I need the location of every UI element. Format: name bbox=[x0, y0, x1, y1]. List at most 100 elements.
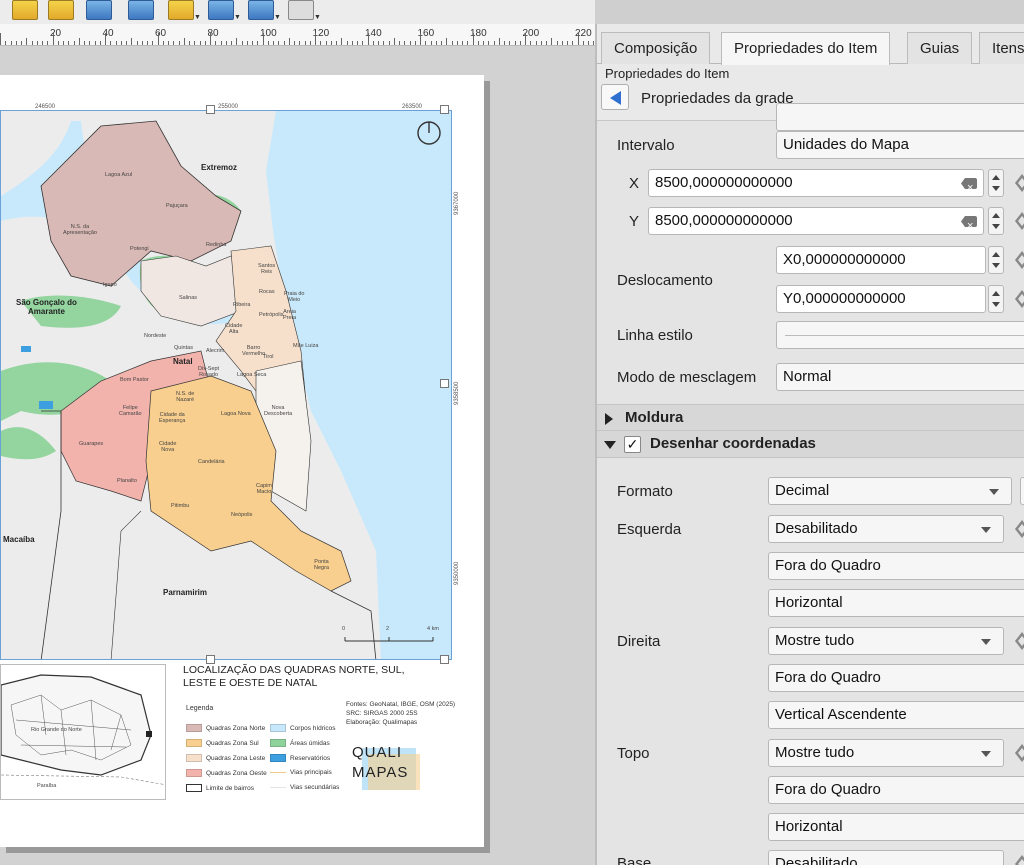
draw-coordinates-section[interactable]: ✓ Desenhar coordenadas bbox=[597, 430, 1024, 458]
distribute-icon[interactable] bbox=[208, 0, 234, 20]
panel-tabs: Composição Propriedades do Item Guias It… bbox=[597, 28, 1024, 65]
unlock-icon[interactable] bbox=[288, 0, 314, 20]
legend-swatch bbox=[270, 739, 286, 747]
inset-map[interactable]: Rio Grande do Norte Paraíba bbox=[0, 664, 166, 800]
grid-properties-scroll[interactable]: Intervalo Unidades do Mapa X 8500,000000… bbox=[597, 103, 1024, 865]
zoom-full-icon[interactable] bbox=[86, 0, 112, 20]
legend-item: Corpos hídricos bbox=[270, 724, 336, 732]
moldura-section[interactable]: Moldura bbox=[597, 404, 1024, 432]
tab-itens[interactable]: Itens bbox=[979, 32, 1024, 64]
bottom-display-combo[interactable]: Desabilitado bbox=[768, 850, 1004, 865]
clear-icon[interactable] bbox=[961, 216, 977, 227]
interval-y-input[interactable]: 8500,000000000000 bbox=[648, 207, 984, 235]
resize-handle[interactable] bbox=[206, 105, 215, 114]
resize-icon[interactable] bbox=[248, 0, 274, 20]
top-position-combo[interactable]: Fora do Quadro bbox=[768, 776, 1024, 804]
map-place-label: São Gonçalo do Amarante bbox=[16, 298, 77, 316]
data-defined-icon[interactable] bbox=[1015, 212, 1024, 230]
data-defined-icon[interactable] bbox=[1015, 174, 1024, 192]
spinbox-arrows[interactable] bbox=[988, 246, 1004, 274]
legend-item: Vias secundárias bbox=[270, 784, 339, 791]
data-defined-icon[interactable] bbox=[1015, 632, 1024, 650]
chevron-down-icon[interactable]: ▼ bbox=[194, 14, 201, 21]
legend-swatch bbox=[270, 754, 286, 762]
interval-x-input[interactable]: 8500,000000000000 bbox=[648, 169, 984, 197]
ruler-tick bbox=[572, 41, 574, 45]
format-settings-button[interactable] bbox=[1020, 477, 1024, 505]
expand-icon[interactable] bbox=[605, 413, 613, 425]
offset-x-input[interactable]: X0,000000000000 bbox=[776, 246, 986, 274]
inset-label: Rio Grande do Norte bbox=[31, 727, 82, 733]
left-display-combo[interactable]: Desabilitado bbox=[768, 515, 1004, 543]
lock-icon[interactable] bbox=[12, 0, 38, 20]
left-position-combo[interactable]: Fora do Quadro bbox=[768, 552, 1024, 580]
intervalo-combo[interactable]: Unidades do Mapa bbox=[776, 131, 1024, 159]
zoom-layer-icon[interactable] bbox=[128, 0, 154, 20]
chevron-down-icon bbox=[981, 639, 991, 645]
spinbox-arrows[interactable] bbox=[988, 207, 1004, 235]
map-place-label: Pitimbu bbox=[171, 503, 190, 509]
chevron-down-icon[interactable]: ▼ bbox=[234, 14, 241, 21]
right-display-combo[interactable]: Mostre tudo bbox=[768, 627, 1004, 655]
ruler-tick bbox=[404, 41, 406, 45]
line-style-button[interactable] bbox=[776, 321, 1024, 349]
sources-text: Fontes: GeoNatal, IBGE, OSM (2025) SRC: … bbox=[346, 700, 456, 727]
data-defined-icon[interactable] bbox=[1015, 251, 1024, 269]
right-position-combo[interactable]: Fora do Quadro bbox=[768, 664, 1024, 692]
back-icon[interactable] bbox=[601, 84, 629, 110]
prev-combo[interactable] bbox=[776, 103, 1024, 131]
ruler-tick bbox=[551, 38, 553, 45]
chevron-down-icon[interactable]: ▼ bbox=[274, 14, 281, 21]
left-display-value: Desabilitado bbox=[775, 520, 858, 537]
bottom-display-value: Desabilitado bbox=[775, 855, 858, 865]
ruler-tick bbox=[346, 41, 348, 45]
data-defined-icon[interactable] bbox=[1015, 855, 1024, 865]
draw-coordinates-checkbox[interactable]: ✓ bbox=[624, 436, 641, 453]
data-defined-icon[interactable] bbox=[1015, 520, 1024, 538]
offset-y-input[interactable]: Y0,000000000000 bbox=[776, 285, 986, 313]
top-direction-combo[interactable]: Horizontal bbox=[768, 813, 1024, 841]
ruler-tick bbox=[36, 41, 38, 45]
top-display-combo[interactable]: Mostre tudo bbox=[768, 739, 1004, 767]
blend-mode-combo[interactable]: Normal bbox=[776, 363, 1024, 391]
map-frame[interactable]: 0 2 4 km Extremoz São Gonçalo do Amarante… bbox=[0, 110, 452, 660]
ruler-tick bbox=[105, 33, 106, 45]
deslocamento-label: Deslocamento bbox=[617, 272, 713, 289]
data-defined-icon[interactable] bbox=[1015, 290, 1024, 308]
tab-item-properties[interactable]: Propriedades do Item bbox=[721, 32, 891, 65]
format-combo[interactable]: Decimal bbox=[768, 477, 1012, 505]
ruler-tick bbox=[236, 38, 238, 45]
ruler-tick bbox=[351, 41, 353, 45]
top-position-value: Fora do Quadro bbox=[775, 781, 881, 798]
collapse-icon[interactable] bbox=[604, 441, 616, 449]
right-position-value: Fora do Quadro bbox=[775, 669, 881, 686]
inset-svg bbox=[1, 674, 165, 785]
legend-item: Áreas úmidas bbox=[270, 739, 330, 747]
clear-icon[interactable] bbox=[961, 178, 977, 189]
legend-swatch bbox=[186, 784, 202, 792]
data-defined-icon[interactable] bbox=[1015, 744, 1024, 762]
legend-label: Quadras Zona Oeste bbox=[206, 769, 267, 777]
resize-handle[interactable] bbox=[440, 379, 449, 388]
resize-handle[interactable] bbox=[440, 655, 449, 664]
align-icon[interactable] bbox=[168, 0, 194, 20]
ruler-tick bbox=[26, 38, 28, 45]
tab-guias[interactable]: Guias bbox=[907, 32, 973, 64]
ruler-tick bbox=[147, 41, 148, 45]
topo-label: Topo bbox=[617, 745, 650, 762]
resize-handle[interactable] bbox=[206, 655, 215, 664]
left-direction-value: Horizontal bbox=[775, 594, 843, 611]
ruler-tick bbox=[189, 41, 190, 45]
left-direction-combo[interactable]: Horizontal bbox=[768, 589, 1024, 617]
spinbox-arrows[interactable] bbox=[988, 285, 1004, 313]
spinbox-arrows[interactable] bbox=[988, 169, 1004, 197]
resize-handle[interactable] bbox=[440, 105, 449, 114]
y-coordinate-label: 9350000 bbox=[454, 561, 460, 585]
chevron-down-icon[interactable]: ▼ bbox=[314, 14, 321, 21]
scale-label: 4 km bbox=[427, 626, 439, 632]
ruler-tick bbox=[99, 41, 101, 45]
tab-composicao[interactable]: Composição bbox=[601, 32, 711, 64]
ruler-tick bbox=[68, 41, 70, 45]
raise-item-icon[interactable] bbox=[48, 0, 74, 20]
right-direction-combo[interactable]: Vertical Ascendente bbox=[768, 701, 1024, 729]
